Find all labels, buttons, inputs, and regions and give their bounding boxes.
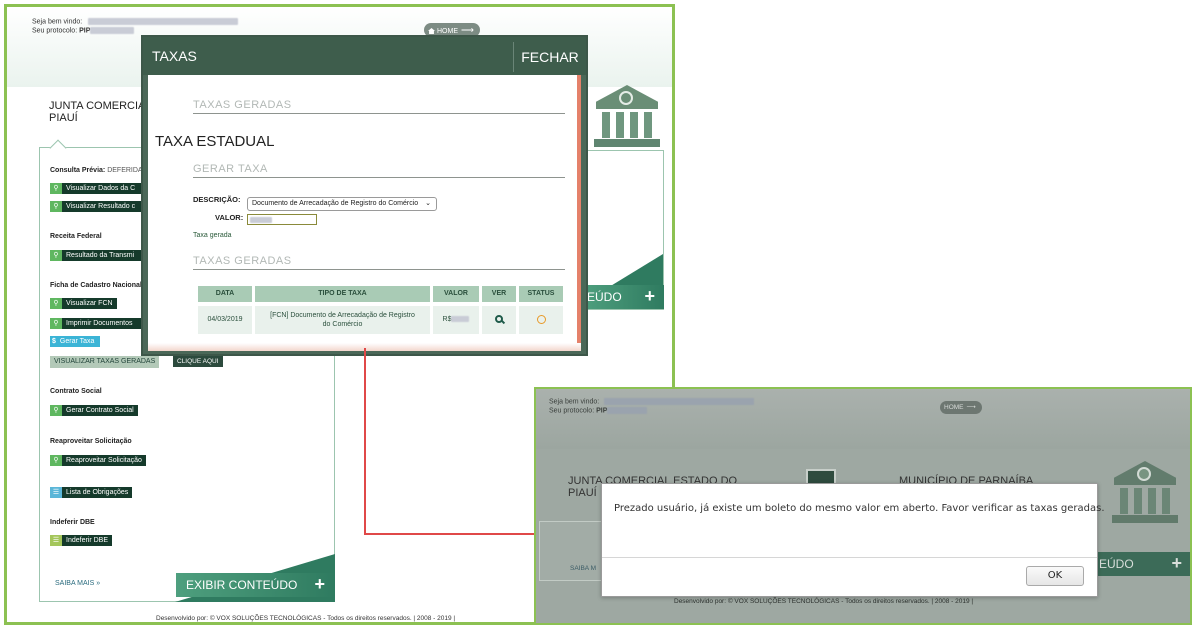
taxas-geradas-label: TAXAS GERADAS xyxy=(193,255,292,267)
cell-tipo: [FCN] Documento de Arrecadação de Regist… xyxy=(255,306,430,334)
receita-federal-title: Receita Federal xyxy=(50,233,102,240)
taxas-modal-header: TAXAS FECHAR xyxy=(143,37,586,75)
dollar-icon: $ xyxy=(52,338,56,345)
list-icon: ☰ xyxy=(50,487,62,498)
page-footer: Desenvolvido por: © VOX SOLUÇÕES TECNOLÓ… xyxy=(156,615,456,622)
temple-icon xyxy=(1110,461,1180,525)
plus-icon: + xyxy=(314,574,325,594)
inset-welcome-line: Seja bem vindo: xyxy=(549,398,755,405)
ok-button[interactable]: OK xyxy=(1026,566,1084,586)
connector-line xyxy=(364,348,366,535)
visualizar-taxas-geradas-button[interactable]: VISUALIZAR TAXAS GERADAS xyxy=(50,356,160,368)
fechar-button[interactable]: FECHAR xyxy=(513,42,586,72)
exibir-conteudo-button[interactable]: EXIBIR CONTEÚDO + xyxy=(176,573,335,597)
chevron-down-icon: ⌄ xyxy=(425,200,431,207)
alert-message: Prezado usuário, já existe um boleto do … xyxy=(614,503,1105,514)
clique-aqui-button[interactable]: CLIQUE AQUI xyxy=(173,356,223,367)
inset-exibir-button[interactable]: EÚDO + xyxy=(1091,552,1190,576)
org-line-1: JUNTA COMERCIA xyxy=(49,100,146,112)
ver-button[interactable] xyxy=(482,306,516,334)
plus-icon: + xyxy=(1171,553,1182,573)
saiba-mais-link[interactable]: SAIBA MAIS » xyxy=(55,580,100,587)
clock-icon xyxy=(536,314,546,324)
redacted-protocol xyxy=(90,27,135,34)
search-icon: ⚲ xyxy=(50,318,62,329)
visualizar-fcn-button[interactable]: ⚲ Visualizar FCN xyxy=(50,298,117,309)
taxas-modal-body: TAXAS GERADAS TAXA ESTADUAL GERAR TAXA D… xyxy=(148,75,581,351)
cell-data: 04/03/2019 xyxy=(198,306,252,334)
inset-protocol-line: Seu protocolo: PIP xyxy=(549,407,648,414)
search-icon: ⚲ xyxy=(50,405,62,416)
taxas-modal: TAXAS FECHAR TAXAS GERADAS TAXA ESTADUAL… xyxy=(141,35,588,356)
search-icon: ⚲ xyxy=(50,298,62,309)
gerar-taxa-button[interactable]: $ Gerar Taxa xyxy=(50,336,101,347)
consulta-previa-status: DEFERIDA xyxy=(107,167,143,174)
arrow-right-icon: ⟶ xyxy=(966,404,976,411)
alert-divider xyxy=(602,557,1097,558)
valor-label: VALOR: xyxy=(215,213,244,222)
org-line-2: PIAUÍ xyxy=(49,112,78,124)
search-icon: ⚲ xyxy=(50,201,62,212)
welcome-label: Seja bem vindo: xyxy=(32,18,83,26)
inset-home-button[interactable]: HOME ⟶ xyxy=(940,401,982,414)
alert-dialog: Prezado usuário, já existe um boleto do … xyxy=(601,483,1105,597)
indeferir-dbe-button[interactable]: ☰ Indeferir DBE xyxy=(50,535,113,546)
taxa-gerada-text: Taxa gerada xyxy=(193,232,232,239)
consulta-previa-title: Consulta Prévia: DEFERIDA xyxy=(50,167,143,174)
scrollbar[interactable] xyxy=(577,75,581,351)
col-header-tipo: TIPO DE TAXA xyxy=(255,286,430,302)
content-panel-right: EÚDO + xyxy=(573,150,664,310)
arrow-right-icon: ⟶ xyxy=(461,25,474,35)
col-header-ver: VER xyxy=(482,286,516,302)
reaproveitar-solicitacao-button[interactable]: ⚲ Reaproveitar Solicitação xyxy=(50,455,146,466)
taxa-estadual-heading: TAXA ESTADUAL xyxy=(155,133,275,150)
gerar-contrato-button[interactable]: ⚲ Gerar Contrato Social xyxy=(50,405,138,416)
descricao-label: DESCRIÇÃO: xyxy=(193,195,241,204)
org-name: JUNTA COMERCIA PIAUÍ xyxy=(49,100,145,124)
resultado-transmissao-button[interactable]: ⚲ Resultado da Transmi xyxy=(50,250,150,261)
ficha-cadastro-title: Ficha de Cadastro Nacional ( xyxy=(50,282,147,289)
inset-saiba-link[interactable]: SAIBA M xyxy=(570,565,596,572)
protocol-label: Seu protocolo: xyxy=(32,27,78,35)
divider xyxy=(193,177,565,178)
welcome-line: Seja bem vindo: xyxy=(32,18,239,26)
inset-footer: Desenvolvido por: © VOX SOLUÇÕES TECNOLÓ… xyxy=(674,598,974,605)
exibir-conteudo-fragment[interactable]: EÚDO + xyxy=(583,285,664,309)
taxas-table: DATA TIPO DE TAXA VALOR VER STATUS 04/03… xyxy=(198,286,563,336)
search-icon xyxy=(495,315,503,324)
cell-status xyxy=(519,306,563,334)
plus-icon: + xyxy=(644,286,655,306)
contrato-social-title: Contrato Social xyxy=(50,388,102,395)
search-icon: ⚲ xyxy=(50,455,62,466)
cell-valor: R$ xyxy=(433,306,479,334)
visualizar-dados-button[interactable]: ⚲ Visualizar Dados da C xyxy=(50,183,150,194)
indeferir-title: Indeferir DBE xyxy=(50,519,95,526)
search-icon: ⚲ xyxy=(50,183,62,194)
search-icon: ⚲ xyxy=(50,250,62,261)
redacted-user xyxy=(88,18,239,25)
lista-obrigacoes-button[interactable]: ☰ Lista de Obrigações xyxy=(50,487,133,498)
gerar-taxa-label: GERAR TAXA xyxy=(193,163,268,175)
panel-notch xyxy=(49,139,67,157)
divider xyxy=(193,113,565,114)
taxas-geradas-top-label: TAXAS GERADAS xyxy=(193,99,292,111)
reaproveitar-title: Reaproveitar Solicitação xyxy=(50,438,132,445)
col-header-data: DATA xyxy=(198,286,252,302)
col-header-valor: VALOR xyxy=(433,286,479,302)
protocol-prefix: PIP xyxy=(79,27,91,35)
descricao-select[interactable]: Documento de Arrecadação de Registro do … xyxy=(247,197,437,211)
protocol-line: Seu protocolo: PIP xyxy=(32,27,135,35)
visualizar-resultado-button[interactable]: ⚲ Visualizar Resultado c xyxy=(50,201,150,212)
inset-panel-right: EÚDO + xyxy=(1091,527,1190,587)
inset-panel-left: SAIBA M xyxy=(539,521,609,581)
list-icon: ☰ xyxy=(50,535,62,546)
imprimir-documentos-button[interactable]: ⚲ Imprimir Documentos xyxy=(50,318,150,329)
taxas-modal-title: TAXAS xyxy=(152,48,197,64)
temple-icon xyxy=(592,85,662,149)
valor-input[interactable] xyxy=(247,214,317,225)
home-icon xyxy=(428,28,435,34)
divider xyxy=(193,269,565,270)
col-header-status: STATUS xyxy=(519,286,563,302)
